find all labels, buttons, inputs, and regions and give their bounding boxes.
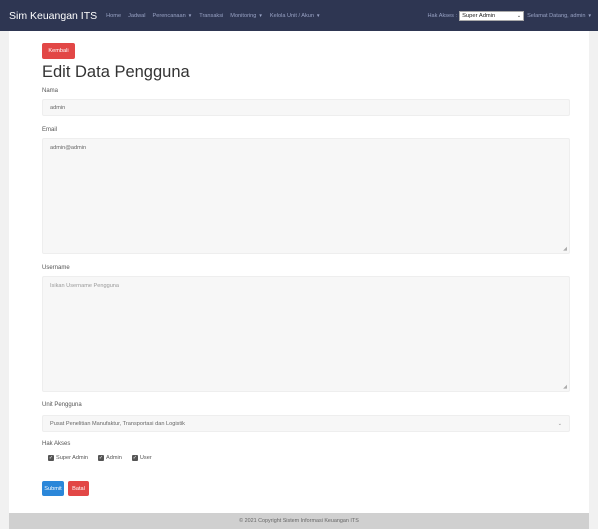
back-button[interactable]: Kembali [42, 43, 75, 59]
access-checkbox-group: ✓ Super Admin ✓ Admin ✓ User [48, 455, 162, 461]
email-value: admin@admin [50, 145, 87, 151]
username-textarea[interactable]: Isikan Username Pengguna ◢ [42, 276, 570, 392]
caret-down-icon: ▼ [316, 13, 321, 18]
checkbox-checked-icon[interactable]: ✓ [131, 455, 138, 461]
access-level-select[interactable]: Super Admin ⌄ [459, 10, 525, 21]
access-label: Hak Akses [42, 441, 71, 447]
resize-handle-icon[interactable]: ◢ [563, 246, 567, 252]
nav-jadwal[interactable]: Jadwal [128, 13, 145, 19]
checkbox-admin[interactable]: ✓ Admin [98, 455, 122, 461]
footer: © 2021 Copyright Sistem Informasi Keuang… [9, 513, 589, 529]
username-placeholder: Isikan Username Pengguna [50, 283, 120, 289]
submit-button[interactable]: Submit [42, 481, 64, 496]
user-menu[interactable]: Selamat Datang, admin ▼ [527, 13, 592, 19]
edit-user-card: Kembali Edit Data Pengguna Nama admin Em… [9, 31, 589, 513]
page-title: Edit Data Pengguna [42, 63, 190, 81]
nav-monitoring[interactable]: Monitoring ▼ [230, 13, 263, 19]
email-label: Email [42, 127, 58, 133]
name-input[interactable]: admin [42, 99, 570, 116]
navbar-right: Hak Akses : Super Admin ⌄ Selamat Datang… [427, 10, 592, 21]
unit-value: Pusat Penelitian Manufaktur, Transportas… [50, 420, 185, 427]
nav-transaksi[interactable]: Transaksi [199, 13, 223, 19]
chevron-down-icon: ⌄ [516, 12, 522, 19]
chevron-down-icon: ⌄ [557, 420, 562, 427]
checkbox-checked-icon[interactable]: ✓ [48, 455, 54, 461]
resize-handle-icon[interactable]: ◢ [563, 384, 567, 390]
checkbox-checked-icon[interactable]: ✓ [98, 455, 105, 461]
caret-down-icon: ▼ [258, 13, 263, 18]
unit-label: Unit Pengguna [42, 402, 82, 408]
copyright-text: © 2021 Copyright Sistem Informasi Keuang… [239, 518, 359, 524]
email-textarea[interactable]: admin@admin ◢ [42, 138, 570, 254]
nav-kelola-unit-akun[interactable]: Kelola Unit / Akun ▼ [270, 13, 321, 19]
brand-link[interactable]: Sim Keuangan ITS [9, 10, 97, 22]
unit-select[interactable]: Pusat Penelitian Manufaktur, Transportas… [42, 415, 570, 432]
cancel-button[interactable]: Batal [68, 481, 89, 496]
nav-home[interactable]: Home [106, 13, 121, 19]
top-navbar: Sim Keuangan ITS Home Jadwal Perencanaan… [0, 0, 598, 31]
caret-down-icon: ▼ [187, 13, 193, 18]
name-value: admin [50, 104, 66, 111]
checkbox-super-admin[interactable]: ✓ Super Admin [48, 455, 88, 461]
checkbox-user[interactable]: ✓ User [131, 455, 152, 461]
access-level-label: Hak Akses : [427, 12, 458, 19]
caret-down-icon: ▼ [587, 13, 592, 18]
nav-perencanaan[interactable]: Perencanaan ▼ [152, 13, 192, 19]
name-label: Nama [42, 88, 59, 94]
username-label: Username [42, 265, 70, 271]
access-level-value: Super Admin [462, 12, 496, 19]
